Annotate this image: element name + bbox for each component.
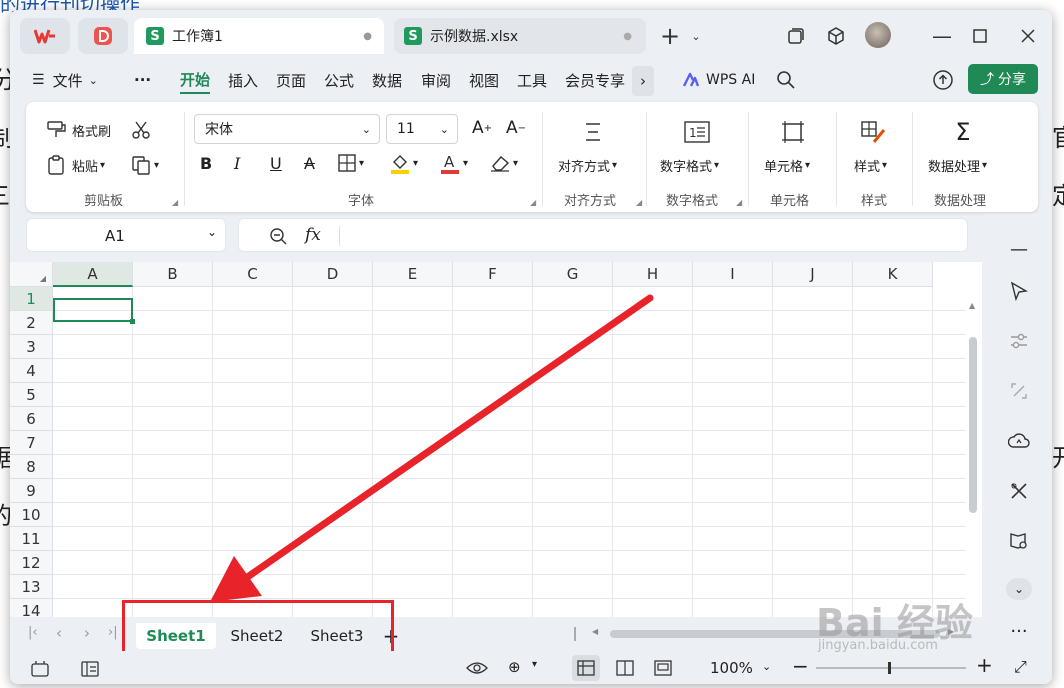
background-text: 官: [1052, 118, 1064, 153]
background-text: 开: [1052, 438, 1064, 473]
annotation-arrow: [210, 294, 654, 602]
wps-window: S 工作簿1 ● S 示例数据.xlsx ● + ⌄ — ☰ 文件 ⌄ ··· …: [10, 10, 1052, 684]
background-text: 定: [1052, 176, 1064, 211]
background-text: 三: [0, 176, 10, 211]
